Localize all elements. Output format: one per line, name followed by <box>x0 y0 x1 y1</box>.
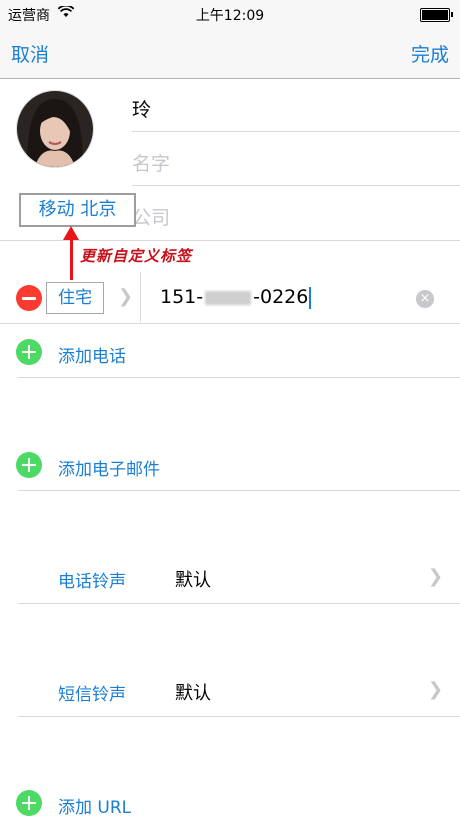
divider <box>18 377 460 378</box>
text-tone-value[interactable]: 默认 <box>175 679 211 705</box>
divider <box>18 490 460 491</box>
divider <box>18 603 460 604</box>
ringtone-value[interactable]: 默认 <box>175 566 211 592</box>
clear-icon[interactable]: × <box>416 290 434 308</box>
divider <box>132 131 460 132</box>
divider <box>0 323 460 324</box>
divider <box>18 716 460 717</box>
add-url-icon[interactable] <box>16 790 42 816</box>
status-bar: 运营商 上午12:09 <box>0 0 460 28</box>
navigation-bar: 取消 完成 <box>0 28 460 79</box>
last-name-field[interactable]: 名字 <box>132 149 170 176</box>
add-phone-button[interactable]: 添加电话 <box>58 342 126 367</box>
add-url-button[interactable]: 添加 URL <box>58 793 131 818</box>
phone-label-button[interactable]: 住宅 <box>46 282 104 314</box>
redacted-digits <box>205 290 252 305</box>
phone-suffix: -0226 <box>253 286 309 308</box>
ringtone-label: 电话铃声 <box>58 572 126 592</box>
battery-icon <box>420 8 453 22</box>
custom-label-box[interactable]: 移动 北京 <box>19 193 136 227</box>
done-button[interactable]: 完成 <box>411 40 449 67</box>
chevron-right-icon[interactable]: ❯ <box>118 286 133 307</box>
contact-photo[interactable] <box>16 90 94 168</box>
divider <box>140 272 141 322</box>
add-email-icon[interactable] <box>16 452 42 478</box>
phone-prefix: 151- <box>160 286 204 308</box>
divider <box>0 240 460 241</box>
avatar-image <box>17 91 93 167</box>
divider <box>132 185 460 186</box>
chevron-right-icon[interactable]: ❯ <box>428 566 443 587</box>
phone-number-input[interactable]: 151- -0226 <box>160 286 312 309</box>
add-email-button[interactable]: 添加电子邮件 <box>58 455 160 480</box>
annotation-arrow-line <box>70 238 73 280</box>
add-phone-icon[interactable] <box>16 339 42 365</box>
cancel-button[interactable]: 取消 <box>11 40 49 67</box>
company-field[interactable]: 公司 <box>132 203 170 230</box>
chevron-right-icon[interactable]: ❯ <box>428 679 443 700</box>
text-tone-label: 短信铃声 <box>58 685 126 705</box>
text-cursor <box>309 286 312 309</box>
delete-phone-button[interactable] <box>16 285 42 311</box>
annotation-text: 更新自定义标签 <box>80 247 193 265</box>
status-time: 上午12:09 <box>195 8 265 24</box>
first-name-field[interactable]: 玲 <box>132 95 151 122</box>
